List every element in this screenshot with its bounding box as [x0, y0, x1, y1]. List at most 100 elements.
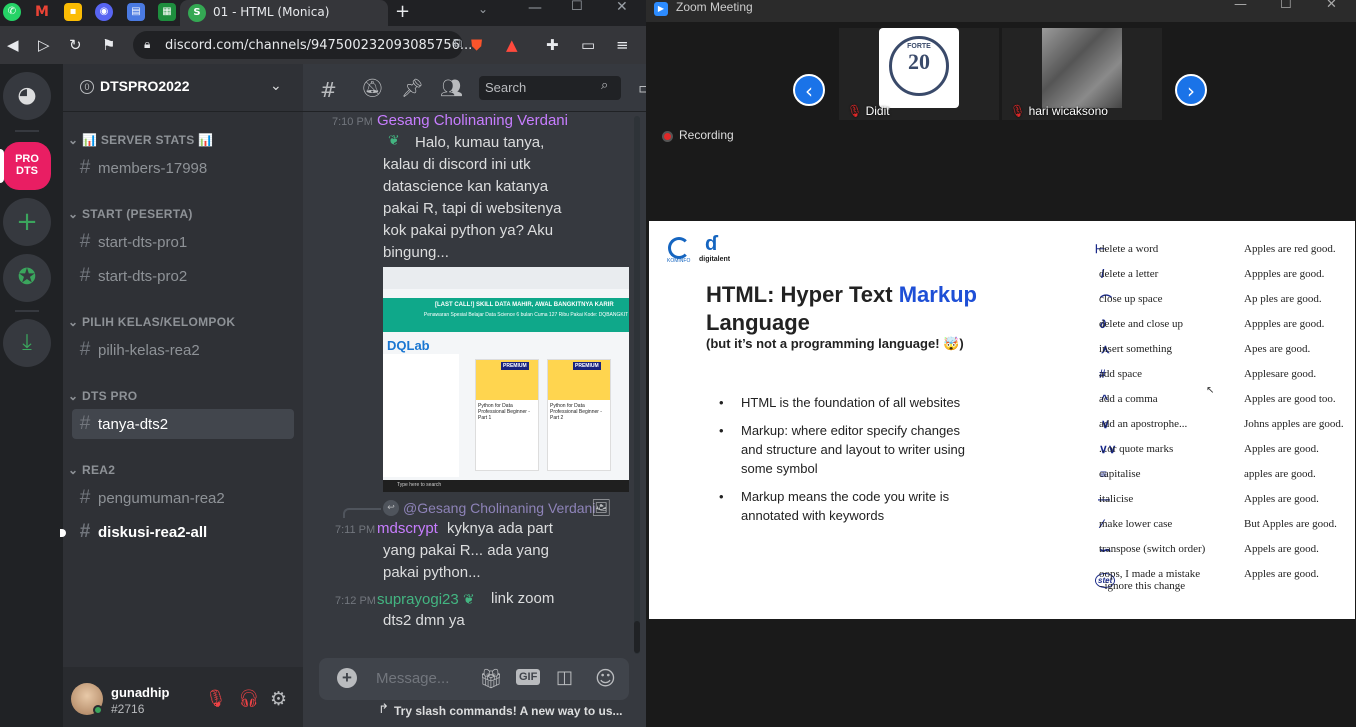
- lock-icon: 🔒︎: [144, 37, 151, 51]
- browser-toolbar: ◀ ▷ ↻ ⚑ 🔒︎ discord.com/channels/94750023…: [0, 26, 646, 64]
- search-input[interactable]: Search ⌕: [479, 76, 621, 100]
- minimize-icon[interactable]: —: [1234, 0, 1247, 12]
- proof-action: delete a word: [1099, 243, 1159, 255]
- category-rea2[interactable]: ⌄ REA2: [68, 463, 115, 477]
- proof-action: make lower case: [1099, 518, 1173, 530]
- add-attachment-icon[interactable]: +: [337, 668, 357, 688]
- chat-scrollbar[interactable]: [634, 116, 640, 654]
- classroom-icon[interactable]: ▦: [158, 3, 176, 21]
- bullet-text: Markup: where editor specify changes and…: [741, 423, 966, 476]
- close-icon[interactable]: ✕: [1326, 0, 1337, 12]
- category-server-stats[interactable]: ⌄ 📊 SERVER STATS 📊: [68, 133, 213, 147]
- channel-pilih-kelas-rea2[interactable]: # pilih-kelas-rea2: [72, 335, 294, 365]
- hash-icon: #: [79, 521, 91, 542]
- tab-active[interactable]: S 01 - HTML (Monica): [180, 0, 388, 26]
- back-icon[interactable]: ◀: [7, 35, 19, 55]
- keep-icon[interactable]: ▪: [64, 3, 82, 21]
- minimize-icon[interactable]: —: [528, 0, 542, 16]
- slash-tip-icon: ↱: [378, 702, 389, 717]
- channel-label: start-dts-pro1: [98, 234, 188, 251]
- proof-example: Ap ples are good.: [1244, 293, 1322, 305]
- chrome-tab-icon[interactable]: ▤: [127, 3, 145, 21]
- embed-banner: [LAST CALL!] SKILL DATA MAHIR, AWAL BANG…: [435, 302, 614, 308]
- category-start[interactable]: ⌄ START (PESERTA): [68, 207, 193, 221]
- message-input[interactable]: Message...: [376, 670, 449, 687]
- category-pilih-kelas[interactable]: ⌄ PILIH KELAS/KELOMPOK: [68, 315, 235, 329]
- mute-mic-icon[interactable]: 🎙︎: [205, 689, 227, 709]
- explore-icon[interactable]: ✪: [3, 254, 51, 302]
- new-tab-button[interactable]: +: [395, 1, 410, 22]
- maximize-icon[interactable]: ☐: [571, 0, 583, 14]
- reply-reference[interactable]: @Gesang Cholinaning Verdani: [403, 500, 595, 516]
- channel-members[interactable]: # members-17998: [72, 153, 294, 183]
- brave-shield-icon[interactable]: ⛊: [471, 35, 482, 55]
- message-author[interactable]: Gesang Cholinaning Verdani: [377, 112, 568, 129]
- menu-icon[interactable]: ≡: [616, 35, 629, 55]
- channel-sidebar: 0 DTSPRO2022 ⌄ ⌄ 📊 SERVER STATS 📊 # membe…: [60, 64, 303, 727]
- message-text: kyknya ada part yang pakai R... ada yang…: [383, 520, 553, 581]
- sticker-icon[interactable]: ◫: [556, 667, 573, 688]
- chevron-down-icon[interactable]: ⌄: [270, 78, 282, 94]
- slide-title-part2: Language: [706, 310, 810, 335]
- kominfo-logo-text: KOMINFO: [667, 258, 691, 264]
- server-name: DTSPRO2022: [100, 78, 190, 94]
- channel-diskusi-rea2-all[interactable]: # diskusi-rea2-all: [72, 517, 294, 547]
- embed-subline: Penawaran Spesial Belajar Data Science 6…: [423, 312, 629, 318]
- share-icon[interactable]: ⧉: [453, 36, 462, 51]
- tab-bar: ✆ M ▪ ◉ ▤ ▦ S 01 - HTML (Monica) + ⌄ — ☐…: [0, 0, 646, 26]
- wallet-icon[interactable]: ▭: [581, 35, 595, 55]
- server-header[interactable]: 0 DTSPRO2022 ⌄: [63, 64, 303, 112]
- next-page-button[interactable]: ›: [1175, 74, 1207, 106]
- channel-pengumuman-rea2[interactable]: # pengumuman-rea2: [72, 483, 294, 513]
- gift-icon[interactable]: 🎁︎: [479, 667, 503, 690]
- forward-icon[interactable]: ▷: [38, 35, 50, 55]
- participant-name: 🎙︎ hari wicaksono: [1002, 104, 1162, 118]
- settings-gear-icon[interactable]: ⚙: [270, 688, 287, 710]
- guild-separator: [15, 310, 39, 312]
- channel-start-dts-pro2[interactable]: # start-dts-pro2: [72, 261, 294, 291]
- chat-scrollbar-thumb[interactable]: [634, 621, 640, 653]
- emoji-icon[interactable]: ☺: [595, 666, 616, 690]
- previous-page-button[interactable]: ‹: [793, 74, 825, 106]
- notification-muted-icon[interactable]: 🔕︎: [361, 78, 384, 99]
- course-title: Python for Data Professional Beginner - …: [478, 403, 530, 421]
- brave-rewards-icon[interactable]: ▲: [506, 35, 518, 55]
- extensions-icon[interactable]: ✚: [546, 35, 559, 55]
- reload-icon[interactable]: ↻: [69, 35, 82, 55]
- gif-button[interactable]: GIF: [516, 669, 541, 685]
- slide-title-part1: HTML: Hyper Text: [706, 282, 899, 307]
- channel-tanya-dts2[interactable]: # tanya-dts2: [72, 409, 294, 439]
- discord-icon[interactable]: ◉: [95, 3, 113, 21]
- proof-action: add a comma: [1099, 393, 1158, 405]
- proof-action: insert something: [1099, 343, 1173, 355]
- gmail-icon[interactable]: M: [33, 3, 51, 21]
- threads-icon[interactable]: #: [320, 78, 337, 102]
- proof-example: apples are good.: [1244, 468, 1316, 480]
- proof-example: Appples are good.: [1244, 318, 1325, 330]
- member-list-icon[interactable]: 👥︎: [440, 78, 463, 99]
- guild-pro-dts[interactable]: PRO DTS: [3, 142, 51, 190]
- add-server-icon[interactable]: +: [3, 198, 51, 246]
- tab-search-icon[interactable]: ⌄: [478, 2, 488, 16]
- message-attachment-image[interactable]: [LAST CALL!] SKILL DATA MAHIR, AWAL BANG…: [383, 267, 629, 492]
- zoom-window: ▶ Zoom Meeting — ☐ ✕ ‹ FORTE 20 🎙︎ Didit…: [646, 0, 1356, 727]
- participant-tile[interactable]: FORTE 20 🎙︎ Didit: [839, 28, 999, 120]
- zoom-title: Zoom Meeting: [676, 0, 753, 14]
- user-panel: gunadhip #2716 🎙︎ 🎧︎ ⚙: [63, 667, 303, 727]
- download-icon[interactable]: ⤓: [3, 319, 51, 367]
- close-icon[interactable]: ✕: [616, 0, 628, 15]
- proof-example: Appples are good.: [1244, 268, 1325, 280]
- pin-icon[interactable]: 📌︎: [401, 78, 424, 99]
- bullet-text: HTML is the foundation of all websites: [741, 395, 961, 410]
- channel-start-dts-pro1[interactable]: # start-dts-pro1: [72, 227, 294, 257]
- address-bar[interactable]: 🔒︎ discord.com/channels/9475002320930857…: [133, 31, 472, 59]
- deafen-icon[interactable]: 🎧︎: [238, 689, 260, 709]
- whatsapp-icon[interactable]: ✆: [3, 3, 21, 21]
- category-dts-pro[interactable]: ⌄ DTS PRO: [68, 389, 137, 403]
- user-tag: #2716: [111, 702, 145, 716]
- discord-home-icon[interactable]: ◕: [3, 72, 51, 120]
- bullet-item: • HTML is the foundation of all websites: [719, 395, 961, 410]
- bookmark-icon[interactable]: ⚑: [102, 35, 115, 55]
- participant-tile[interactable]: 🎙︎ hari wicaksono: [1002, 28, 1162, 120]
- maximize-icon[interactable]: ☐: [1280, 0, 1292, 12]
